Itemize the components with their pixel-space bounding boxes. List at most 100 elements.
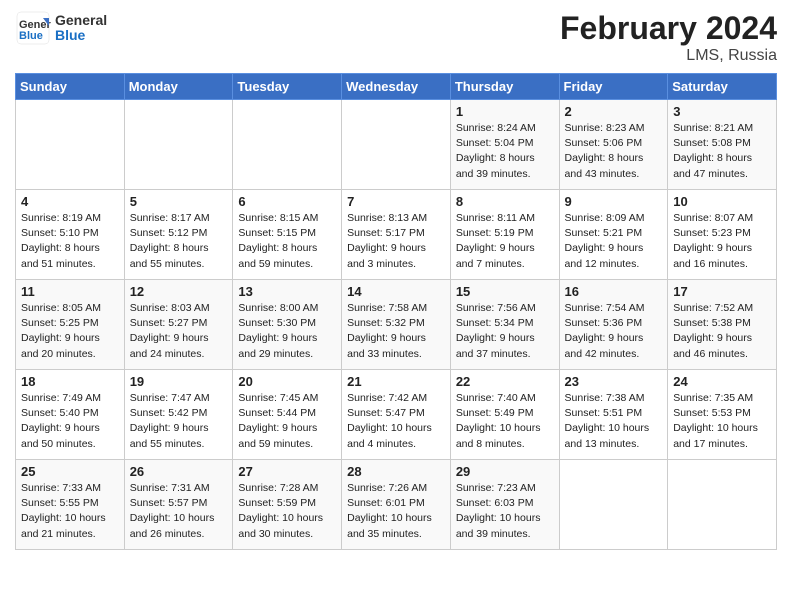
calendar-cell: 15 Sunrise: 7:56 AM Sunset: 5:34 PM Dayli… [450, 280, 559, 370]
weekday-header-monday: Monday [124, 74, 233, 100]
calendar-cell: 16 Sunrise: 7:54 AM Sunset: 5:36 PM Dayli… [559, 280, 668, 370]
day-number: 16 [565, 284, 663, 299]
day-info: Sunrise: 7:49 AM Sunset: 5:40 PM Dayligh… [21, 391, 119, 452]
calendar-cell: 26 Sunrise: 7:31 AM Sunset: 5:57 PM Dayli… [124, 460, 233, 550]
day-info: Sunrise: 7:23 AM Sunset: 6:03 PM Dayligh… [456, 481, 554, 542]
location-subtitle: LMS, Russia [560, 47, 777, 65]
day-info: Sunrise: 8:03 AM Sunset: 5:27 PM Dayligh… [130, 301, 228, 362]
calendar-week-2: 4 Sunrise: 8:19 AM Sunset: 5:10 PM Daylig… [16, 190, 777, 280]
day-info: Sunrise: 8:19 AM Sunset: 5:10 PM Dayligh… [21, 211, 119, 272]
calendar-cell: 1Sunrise: 8:24 AM Sunset: 5:04 PM Daylig… [450, 100, 559, 190]
day-info: Sunrise: 8:24 AM Sunset: 5:04 PM Dayligh… [456, 121, 554, 182]
day-number: 15 [456, 284, 554, 299]
calendar-week-3: 11 Sunrise: 8:05 AM Sunset: 5:25 PM Dayli… [16, 280, 777, 370]
calendar-cell [342, 100, 451, 190]
day-info: Sunrise: 8:17 AM Sunset: 5:12 PM Dayligh… [130, 211, 228, 272]
day-number: 12 [130, 284, 228, 299]
calendar-cell: 25Sunrise: 7:33 AM Sunset: 5:55 PM Dayli… [16, 460, 125, 550]
calendar-cell: 18Sunrise: 7:49 AM Sunset: 5:40 PM Dayli… [16, 370, 125, 460]
calendar-cell: 8 Sunrise: 8:11 AM Sunset: 5:19 PM Daylig… [450, 190, 559, 280]
day-number: 27 [238, 464, 336, 479]
day-info: Sunrise: 8:13 AM Sunset: 5:17 PM Dayligh… [347, 211, 445, 272]
day-info: Sunrise: 8:05 AM Sunset: 5:25 PM Dayligh… [21, 301, 119, 362]
day-number: 19 [130, 374, 228, 389]
day-number: 17 [673, 284, 771, 299]
calendar-cell: 14 Sunrise: 7:58 AM Sunset: 5:32 PM Dayli… [342, 280, 451, 370]
calendar-cell: 22Sunrise: 7:40 AM Sunset: 5:49 PM Dayli… [450, 370, 559, 460]
calendar-week-4: 18Sunrise: 7:49 AM Sunset: 5:40 PM Dayli… [16, 370, 777, 460]
day-number: 25 [21, 464, 119, 479]
svg-text:Blue: Blue [19, 30, 43, 42]
calendar-cell: 3 Sunrise: 8:21 AM Sunset: 5:08 PM Daylig… [668, 100, 777, 190]
month-year-title: February 2024 [560, 10, 777, 47]
calendar-cell [16, 100, 125, 190]
day-number: 13 [238, 284, 336, 299]
day-number: 6 [238, 194, 336, 209]
day-number: 20 [238, 374, 336, 389]
calendar-week-5: 25Sunrise: 7:33 AM Sunset: 5:55 PM Dayli… [16, 460, 777, 550]
day-number: 4 [21, 194, 119, 209]
logo: General Blue General Blue [15, 10, 107, 46]
day-number: 10 [673, 194, 771, 209]
day-number: 5 [130, 194, 228, 209]
weekday-header-friday: Friday [559, 74, 668, 100]
logo-line2: Blue [55, 28, 107, 43]
calendar-cell: 21 Sunrise: 7:42 AM Sunset: 5:47 PM Dayli… [342, 370, 451, 460]
calendar-cell: 2 Sunrise: 8:23 AM Sunset: 5:06 PM Daylig… [559, 100, 668, 190]
calendar-cell [668, 460, 777, 550]
calendar-cell: 7 Sunrise: 8:13 AM Sunset: 5:17 PM Daylig… [342, 190, 451, 280]
day-info: Sunrise: 8:23 AM Sunset: 5:06 PM Dayligh… [565, 121, 663, 182]
weekday-header-saturday: Saturday [668, 74, 777, 100]
day-info: Sunrise: 8:07 AM Sunset: 5:23 PM Dayligh… [673, 211, 771, 272]
day-info: Sunrise: 8:11 AM Sunset: 5:19 PM Dayligh… [456, 211, 554, 272]
calendar-cell: 12 Sunrise: 8:03 AM Sunset: 5:27 PM Dayli… [124, 280, 233, 370]
day-info: Sunrise: 7:42 AM Sunset: 5:47 PM Dayligh… [347, 391, 445, 452]
day-number: 11 [21, 284, 119, 299]
day-number: 24 [673, 374, 771, 389]
calendar-cell: 5 Sunrise: 8:17 AM Sunset: 5:12 PM Daylig… [124, 190, 233, 280]
day-info: Sunrise: 7:35 AM Sunset: 5:53 PM Dayligh… [673, 391, 771, 452]
day-number: 9 [565, 194, 663, 209]
calendar-body: 1Sunrise: 8:24 AM Sunset: 5:04 PM Daylig… [16, 100, 777, 550]
day-number: 21 [347, 374, 445, 389]
day-info: Sunrise: 7:26 AM Sunset: 6:01 PM Dayligh… [347, 481, 445, 542]
day-number: 14 [347, 284, 445, 299]
day-info: Sunrise: 8:21 AM Sunset: 5:08 PM Dayligh… [673, 121, 771, 182]
weekday-header-thursday: Thursday [450, 74, 559, 100]
calendar-cell: 27 Sunrise: 7:28 AM Sunset: 5:59 PM Dayli… [233, 460, 342, 550]
day-info: Sunrise: 8:00 AM Sunset: 5:30 PM Dayligh… [238, 301, 336, 362]
day-info: Sunrise: 7:31 AM Sunset: 5:57 PM Dayligh… [130, 481, 228, 542]
day-number: 22 [456, 374, 554, 389]
day-number: 3 [673, 104, 771, 119]
calendar-cell [559, 460, 668, 550]
calendar-cell: 24 Sunrise: 7:35 AM Sunset: 5:53 PM Dayli… [668, 370, 777, 460]
day-info: Sunrise: 7:47 AM Sunset: 5:42 PM Dayligh… [130, 391, 228, 452]
calendar-cell: 20 Sunrise: 7:45 AM Sunset: 5:44 PM Dayli… [233, 370, 342, 460]
title-block: February 2024 LMS, Russia [560, 10, 777, 65]
day-info: Sunrise: 7:45 AM Sunset: 5:44 PM Dayligh… [238, 391, 336, 452]
day-number: 8 [456, 194, 554, 209]
calendar-cell: 23Sunrise: 7:38 AM Sunset: 5:51 PM Dayli… [559, 370, 668, 460]
weekday-header-wednesday: Wednesday [342, 74, 451, 100]
calendar-header: SundayMondayTuesdayWednesdayThursdayFrid… [16, 74, 777, 100]
calendar-cell: 9 Sunrise: 8:09 AM Sunset: 5:21 PM Daylig… [559, 190, 668, 280]
day-info: Sunrise: 8:15 AM Sunset: 5:15 PM Dayligh… [238, 211, 336, 272]
calendar-cell: 17Sunrise: 7:52 AM Sunset: 5:38 PM Dayli… [668, 280, 777, 370]
calendar-cell: 28Sunrise: 7:26 AM Sunset: 6:01 PM Dayli… [342, 460, 451, 550]
day-number: 7 [347, 194, 445, 209]
calendar-table: SundayMondayTuesdayWednesdayThursdayFrid… [15, 73, 777, 550]
day-info: Sunrise: 7:54 AM Sunset: 5:36 PM Dayligh… [565, 301, 663, 362]
calendar-cell: 13 Sunrise: 8:00 AM Sunset: 5:30 PM Dayli… [233, 280, 342, 370]
day-info: Sunrise: 7:56 AM Sunset: 5:34 PM Dayligh… [456, 301, 554, 362]
day-number: 2 [565, 104, 663, 119]
weekday-header-sunday: Sunday [16, 74, 125, 100]
calendar-week-1: 1Sunrise: 8:24 AM Sunset: 5:04 PM Daylig… [16, 100, 777, 190]
day-info: Sunrise: 8:09 AM Sunset: 5:21 PM Dayligh… [565, 211, 663, 272]
day-number: 26 [130, 464, 228, 479]
day-info: Sunrise: 7:58 AM Sunset: 5:32 PM Dayligh… [347, 301, 445, 362]
day-number: 23 [565, 374, 663, 389]
day-info: Sunrise: 7:28 AM Sunset: 5:59 PM Dayligh… [238, 481, 336, 542]
logo-icon: General Blue [15, 10, 51, 46]
logo-line1: General [55, 13, 107, 28]
day-number: 29 [456, 464, 554, 479]
